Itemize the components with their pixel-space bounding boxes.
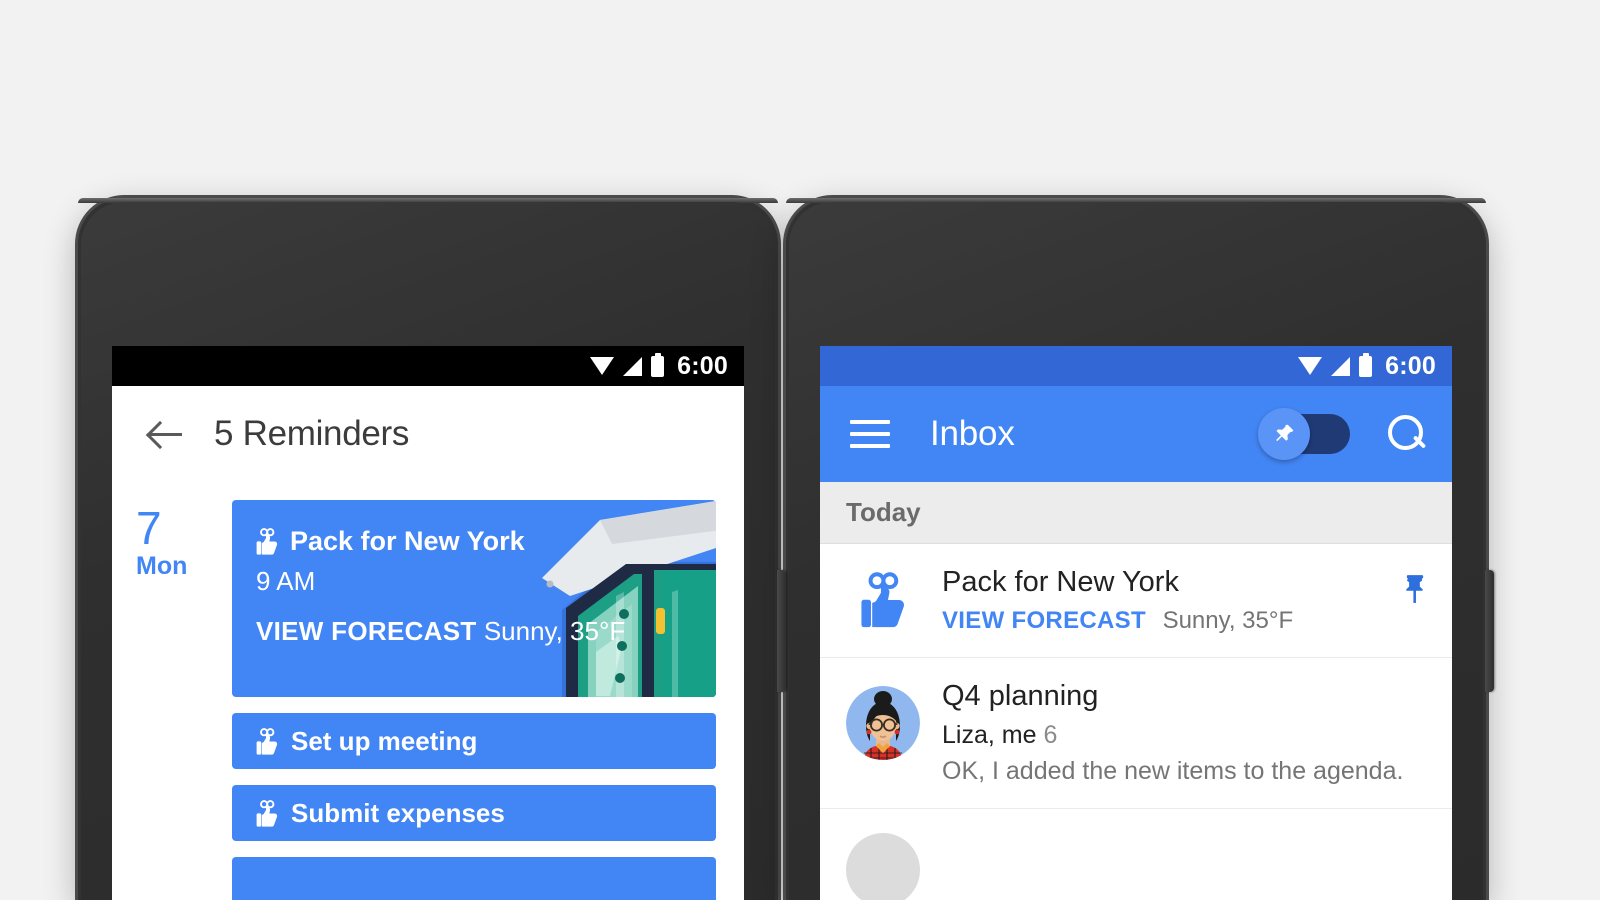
reminder-hand-icon	[846, 566, 920, 628]
message-participants: Liza, me	[942, 721, 1037, 749]
status-bar-left: 6:00	[112, 346, 744, 386]
status-bar-right: 6:00	[820, 346, 1452, 386]
back-arrow-icon[interactable]	[146, 414, 186, 454]
status-bar-time: 6:00	[1385, 351, 1436, 380]
pin-toggle[interactable]	[1258, 408, 1350, 460]
reminders-app-bar: 5 Reminders	[112, 386, 744, 482]
reminder-card-title-row: Pack for New York	[256, 526, 692, 557]
pin-toggle-thumb	[1258, 408, 1310, 460]
message-snippet: OK, I added the new items to the agenda.	[942, 757, 1404, 785]
reminder-card-time: 9 AM	[256, 566, 316, 596]
battery-icon	[1359, 352, 1373, 377]
view-forecast-action[interactable]: VIEW FORECAST	[942, 607, 1146, 634]
power-button[interactable]	[777, 570, 786, 692]
inbox-app-bar: Inbox	[820, 386, 1452, 482]
wifi-icon	[1298, 357, 1323, 375]
wifi-icon	[590, 357, 615, 375]
reminder-card-forecast-row: VIEW FORECAST Sunny, 35°F	[256, 616, 625, 647]
avatar	[846, 686, 920, 760]
page-title: 5 Reminders	[214, 414, 410, 453]
reminder-hand-icon	[256, 528, 278, 555]
hamburger-menu-icon[interactable]	[850, 420, 890, 448]
reminder-card-submit-expenses[interactable]: Submit expenses	[232, 785, 716, 841]
message-subject: Pack for New York	[942, 566, 1179, 598]
reminder-hand-icon	[256, 799, 278, 827]
reminder-hand-icon	[256, 727, 278, 755]
reminder-card-partial[interactable]	[232, 857, 716, 900]
status-bar-time: 6:00	[677, 351, 728, 380]
reminder-card-title: Pack for New York	[290, 526, 525, 556]
list-item[interactable]	[820, 809, 1452, 900]
view-forecast-action[interactable]: VIEW FORECAST	[256, 616, 477, 646]
reminder-card-featured[interactable]: Pack for New York 9 AM VIEW FORECAST Sun…	[232, 500, 716, 697]
list-item[interactable]: Pack for New York VIEW FORECAST Sunny, 3…	[820, 544, 1452, 658]
phone-right: 6:00 Inbox Today Pack for New York VIEW …	[786, 198, 1494, 900]
phone-left-screen: 6:00 5 Reminders 7 Mon Pack for New York…	[112, 346, 744, 900]
reminder-card-weather: Sunny, 35°F	[483, 616, 626, 646]
message-count: 6	[1043, 721, 1058, 749]
search-icon[interactable]	[1388, 415, 1426, 453]
section-header-today: Today	[820, 482, 1452, 544]
reminders-list: 7 Mon Pack for New York 9 AM VIEW FORECA…	[112, 482, 744, 900]
phone-right-screen: 6:00 Inbox Today Pack for New York VIEW …	[820, 346, 1452, 900]
reminder-label: Set up meeting	[291, 725, 478, 756]
page-title: Inbox	[930, 414, 1015, 453]
date-weekday: Mon	[136, 552, 188, 580]
reminder-card-set-up-meeting[interactable]: Set up meeting	[232, 713, 716, 769]
date-day-number: 7	[136, 502, 162, 554]
power-button[interactable]	[1485, 570, 1494, 692]
pin-icon[interactable]	[1402, 566, 1428, 609]
date-label: 7 Mon	[136, 500, 232, 900]
battery-icon	[651, 352, 665, 377]
message-subject: Q4 planning	[942, 680, 1099, 712]
avatar	[846, 833, 920, 900]
message-participants-row: Liza, me 6	[942, 721, 1428, 750]
message-action-row: VIEW FORECAST Sunny, 35°F	[942, 607, 1380, 635]
reminder-label: Submit expenses	[291, 797, 505, 828]
message-weather-meta: Sunny, 35°F	[1162, 607, 1294, 634]
section-header-label: Today	[846, 497, 921, 527]
list-item[interactable]: Q4 planning Liza, me 6 OK, I added the n…	[820, 658, 1452, 809]
phone-left: 6:00 5 Reminders 7 Mon Pack for New York…	[78, 198, 786, 900]
cellular-signal-icon	[1331, 356, 1351, 376]
cellular-signal-icon	[623, 356, 643, 376]
pin-icon	[1276, 424, 1294, 442]
